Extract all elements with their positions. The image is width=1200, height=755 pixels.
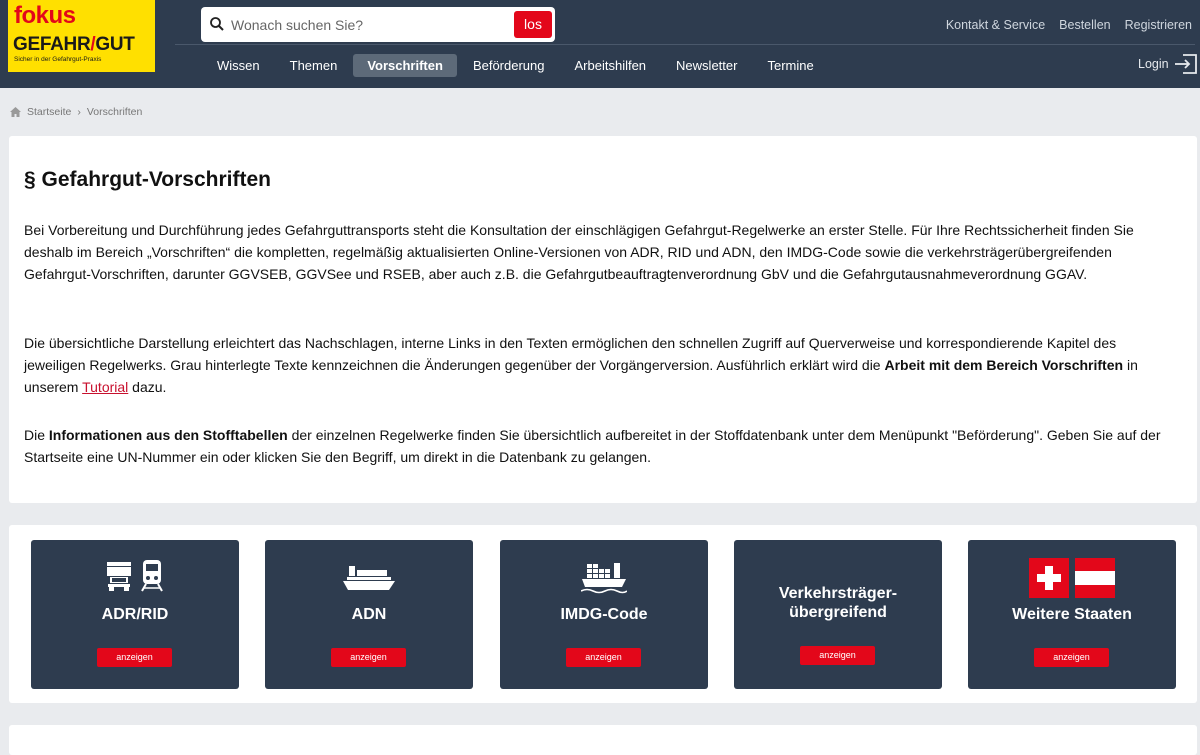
display-paragraph: Die übersichtliche Darstellung erleichte… bbox=[24, 335, 1138, 395]
container-ship-icon bbox=[500, 560, 708, 594]
login-icon bbox=[1174, 54, 1197, 74]
flags-icon bbox=[968, 558, 1176, 598]
anzeigen-button[interactable]: anzeigen bbox=[566, 648, 641, 667]
nav-wissen[interactable]: Wissen bbox=[203, 54, 274, 77]
anzeigen-button[interactable]: anzeigen bbox=[97, 648, 172, 667]
nav-vorschriften[interactable]: Vorschriften bbox=[353, 54, 457, 77]
tile-imdg-code[interactable]: IMDG-Code anzeigen bbox=[500, 540, 708, 689]
next-section-card bbox=[9, 725, 1197, 755]
link-kontakt-service[interactable]: Kontakt & Service bbox=[946, 18, 1045, 32]
tiles-section: ADR/RID anzeigen ADN anzeigen IMDG-Code … bbox=[9, 525, 1197, 703]
login-label: Login bbox=[1138, 57, 1169, 71]
anzeigen-button[interactable]: anzeigen bbox=[331, 648, 406, 667]
bold-arbeit: Arbeit mit dem Bereich Vorschriften bbox=[884, 357, 1124, 373]
link-bestellen[interactable]: Bestellen bbox=[1059, 18, 1110, 32]
tile-title: IMDG-Code bbox=[560, 606, 648, 623]
stofftabellen-paragraph: Die Informationen aus den Stofftabellen … bbox=[24, 427, 1161, 465]
header-divider bbox=[175, 44, 1195, 45]
intro-paragraph: Bei Vorbereitung und Durchführung jedes … bbox=[24, 222, 1134, 282]
main-nav: Wissen Themen Vorschriften Beförderung A… bbox=[203, 54, 830, 77]
header: fokus GEFAHR/GUT Sicher in der Gefahrgut… bbox=[0, 0, 1200, 88]
logo-line1: fokus bbox=[14, 2, 76, 29]
home-icon[interactable] bbox=[10, 107, 21, 117]
logo[interactable]: fokus GEFAHR/GUT Sicher in der Gefahrgut… bbox=[8, 0, 155, 72]
tile-weitere-staaten[interactable]: Weitere Staaten anzeigen bbox=[968, 540, 1176, 689]
austrian-flag-icon bbox=[1075, 558, 1115, 598]
tile-title: Verkehrsträger-übergreifend bbox=[778, 585, 898, 621]
nav-termine[interactable]: Termine bbox=[753, 54, 827, 77]
breadcrumb-home[interactable]: Startseite bbox=[27, 106, 71, 118]
content-card: § Gefahrgut-Vorschriften Bei Vorbereitun… bbox=[9, 136, 1197, 503]
swiss-flag-icon bbox=[1029, 558, 1069, 598]
truck-train-icon bbox=[31, 560, 239, 592]
tile-title: ADN bbox=[351, 606, 387, 623]
logo-tagline: Sicher in der Gefahrgut-Praxis bbox=[14, 56, 102, 63]
breadcrumb-current: Vorschriften bbox=[86, 106, 143, 118]
nav-newsletter[interactable]: Newsletter bbox=[662, 54, 751, 77]
tile-title: ADR/RID bbox=[101, 606, 169, 623]
ship-icon bbox=[265, 564, 473, 592]
anzeigen-button[interactable]: anzeigen bbox=[1034, 648, 1109, 667]
breadcrumb: Startseite › Vorschriften bbox=[10, 106, 142, 118]
tile-adn[interactable]: ADN anzeigen bbox=[265, 540, 473, 689]
link-registrieren[interactable]: Registrieren bbox=[1125, 18, 1192, 32]
login-button[interactable]: Login bbox=[1138, 53, 1199, 75]
breadcrumb-separator: › bbox=[77, 106, 81, 118]
search-icon bbox=[210, 17, 224, 31]
search-input[interactable] bbox=[231, 13, 501, 37]
search-button[interactable]: los bbox=[514, 11, 552, 38]
bold-informationen: Informationen aus den Stofftabellen bbox=[48, 427, 288, 443]
search-bar: los bbox=[201, 7, 555, 42]
tutorial-link[interactable]: Tutorial bbox=[82, 379, 128, 395]
page-title: § Gefahrgut-Vorschriften bbox=[24, 168, 271, 191]
logo-line2: GEFAHR/GUT bbox=[13, 34, 135, 55]
tile-verkehrstraeger-uebergreifend[interactable]: Verkehrsträger-übergreifend anzeigen bbox=[734, 540, 942, 689]
nav-themen[interactable]: Themen bbox=[276, 54, 352, 77]
tile-adr-rid[interactable]: ADR/RID anzeigen bbox=[31, 540, 239, 689]
top-links: Kontakt & Service Bestellen Registrieren bbox=[946, 18, 1192, 32]
tile-title: Weitere Staaten bbox=[1012, 606, 1132, 623]
nav-arbeitshilfen[interactable]: Arbeitshilfen bbox=[561, 54, 661, 77]
nav-befoerderung[interactable]: Beförderung bbox=[459, 54, 559, 77]
anzeigen-button[interactable]: anzeigen bbox=[800, 646, 875, 665]
